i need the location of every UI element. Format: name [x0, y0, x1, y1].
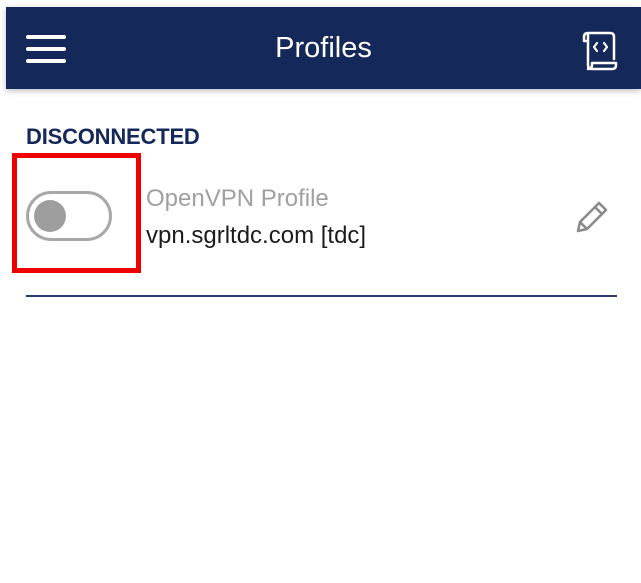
list-divider [26, 295, 617, 297]
connection-toggle[interactable] [26, 191, 112, 241]
pencil-edit-icon[interactable] [572, 197, 612, 237]
toggle-knob [34, 200, 66, 232]
import-profile-icon[interactable] [578, 29, 618, 73]
profile-server: vpn.sgrltdc.com [tdc] [146, 222, 367, 249]
top-app-bar: Profiles [6, 7, 641, 89]
connection-status-label: DISCONNECTED [26, 124, 200, 149]
profile-name: OpenVPN Profile [146, 185, 329, 212]
page-title: Profiles [275, 32, 372, 64]
